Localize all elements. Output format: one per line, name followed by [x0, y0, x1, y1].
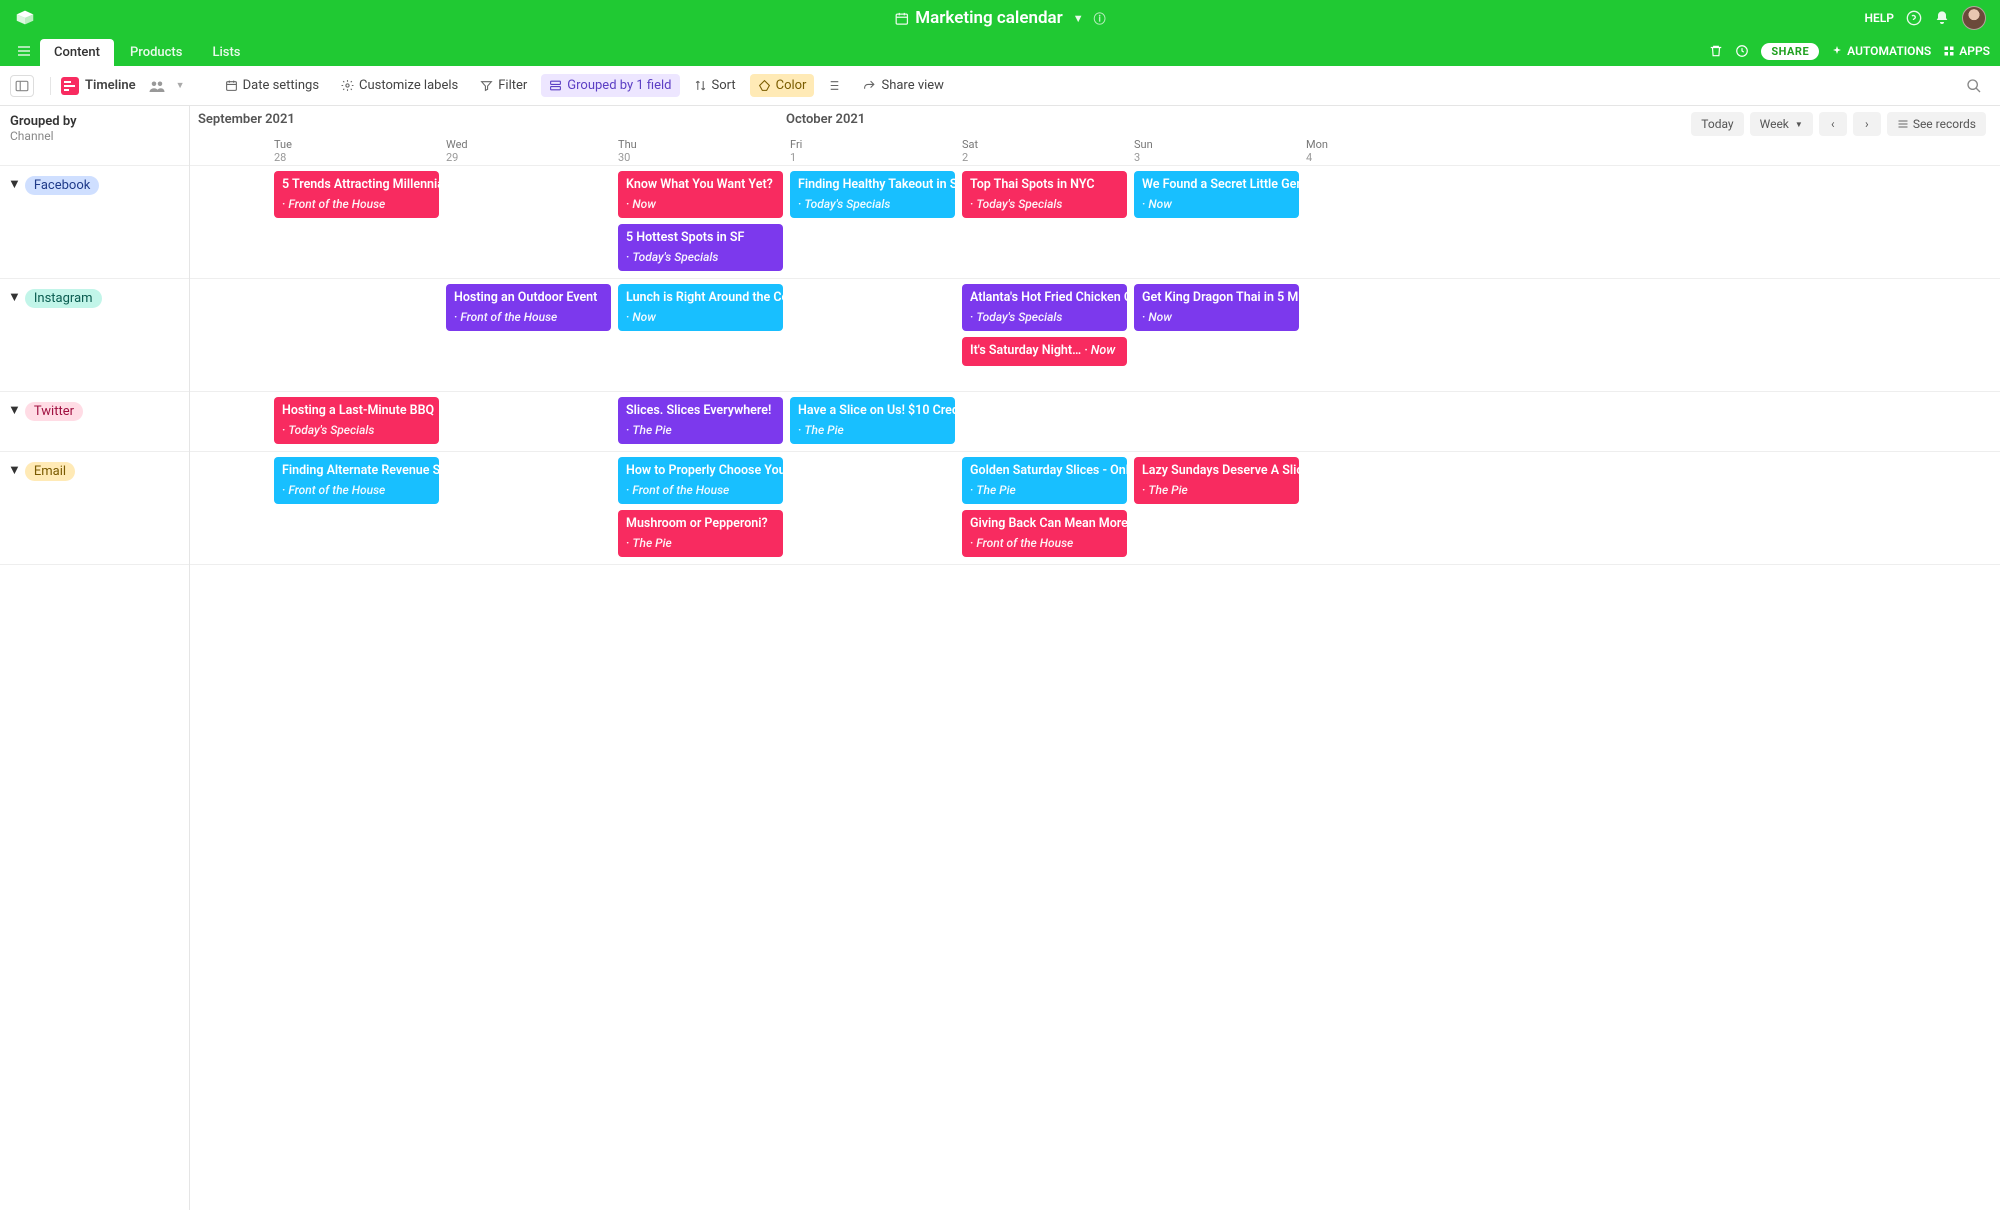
day-header: Thu30 [618, 138, 637, 164]
timeline-icon [61, 77, 79, 95]
tab-content[interactable]: Content [40, 39, 114, 66]
record-card[interactable]: Mushroom or Pepperoni?The Pie [618, 510, 783, 557]
group-sidebar: Grouped by Channel ▼Facebook▼Instagram▼T… [0, 106, 190, 1210]
group-button[interactable]: Grouped by 1 field [541, 74, 679, 97]
info-icon[interactable]: ⓘ [1094, 10, 1106, 27]
record-card[interactable]: We Found a Secret Little GemNow [1134, 171, 1299, 218]
table-tabs-row: Content Products Lists SHARE AUTOMATIONS… [0, 36, 2000, 66]
chevron-down-icon: ▼ [1073, 12, 1084, 25]
group-label-twitter[interactable]: ▼Twitter [0, 392, 189, 452]
channel-pill: Instagram [25, 289, 102, 308]
search-button[interactable] [1958, 74, 1990, 98]
day-header: Tue28 [274, 138, 292, 164]
channel-pill: Facebook [25, 176, 99, 195]
separator [50, 77, 51, 95]
date-settings-button[interactable]: Date settings [217, 74, 327, 97]
chevron-down-icon: ▼ [176, 80, 185, 91]
record-card[interactable]: Giving Back Can Mean More ProfitFront of… [962, 510, 1127, 557]
day-header: Sun3 [1134, 138, 1153, 164]
record-card[interactable]: How to Properly Choose Your BrandFront o… [618, 457, 783, 504]
record-card[interactable]: It's Saturday Night… · Now [962, 337, 1127, 366]
tab-lists[interactable]: Lists [198, 39, 254, 66]
collapse-icon[interactable]: ▼ [8, 176, 21, 192]
month-label: September 2021 [198, 112, 295, 127]
month-label: October 2021 [786, 112, 865, 127]
row-height-button[interactable] [820, 75, 849, 96]
record-card[interactable]: Lunch is Right Around the CornerNow [618, 284, 783, 331]
base-title-text: Marketing calendar [915, 8, 1062, 28]
help-icon[interactable] [1906, 10, 1922, 26]
collaborators-icon[interactable] [148, 79, 166, 93]
day-header: Fri1 [790, 138, 802, 164]
share-view-button[interactable]: Share view [855, 74, 951, 97]
day-header: Wed29 [446, 138, 468, 164]
group-label-email[interactable]: ▼Email [0, 452, 189, 565]
trash-icon[interactable] [1709, 44, 1723, 58]
grouping-header: Grouped by Channel [0, 106, 189, 166]
share-button[interactable]: SHARE [1761, 43, 1819, 60]
group-lane-instagram: Hosting an Outdoor EventFront of the Hou… [190, 279, 2000, 392]
record-card[interactable]: Know What You Want Yet?Now [618, 171, 783, 218]
record-card[interactable]: Slices. Slices Everywhere!The Pie [618, 397, 783, 444]
next-button[interactable]: › [1853, 112, 1881, 136]
filter-button[interactable]: Filter [472, 74, 535, 97]
zoom-selector[interactable]: Week▼ [1750, 112, 1813, 136]
calendar-icon [894, 11, 909, 26]
history-icon[interactable] [1735, 44, 1749, 58]
timeline-canvas[interactable]: September 2021 October 2021 Tue28 Wed29 Thu3… [190, 106, 2000, 1210]
day-header: Sat2 [962, 138, 978, 164]
record-card[interactable]: Finding Healthy Takeout in SeattleToday'… [790, 171, 955, 218]
timeline-controls: Today Week▼ ‹ › See records [1691, 112, 1986, 136]
collapse-icon[interactable]: ▼ [8, 402, 21, 418]
today-button[interactable]: Today [1691, 112, 1743, 136]
record-card[interactable]: Top Thai Spots in NYCToday's Specials [962, 171, 1127, 218]
channel-pill: Twitter [25, 402, 83, 421]
user-avatar[interactable] [1962, 6, 1986, 30]
see-records-button[interactable]: See records [1887, 112, 1986, 136]
app-logo[interactable] [14, 7, 36, 29]
hamburger-icon[interactable] [16, 43, 32, 59]
record-card[interactable]: Hosting a Last-Minute BBQToday's Special… [274, 397, 439, 444]
apps-button[interactable]: APPS [1943, 44, 1990, 58]
help-link[interactable]: HELP [1865, 11, 1894, 25]
collapse-icon[interactable]: ▼ [8, 462, 21, 478]
channel-pill: Email [25, 462, 75, 481]
record-card[interactable]: Have a Slice on Us! $10 CreditThe Pie [790, 397, 955, 444]
record-card[interactable]: Lazy Sundays Deserve A SliceThe Pie [1134, 457, 1299, 504]
group-lane-facebook: 5 Trends Attracting MillennialsFront of … [190, 166, 2000, 279]
customize-labels-button[interactable]: Customize labels [333, 74, 466, 97]
collapse-icon[interactable]: ▼ [8, 289, 21, 305]
sort-button[interactable]: Sort [686, 74, 744, 97]
toggle-sidebar-button[interactable] [10, 75, 34, 97]
automations-button[interactable]: AUTOMATIONS [1831, 44, 1931, 58]
tab-products[interactable]: Products [116, 39, 196, 66]
group-label-facebook[interactable]: ▼Facebook [0, 166, 189, 279]
app-topbar: Marketing calendar ▼ ⓘ HELP [0, 0, 2000, 36]
record-card[interactable]: Golden Saturday Slices - Only $The Pie [962, 457, 1127, 504]
notifications-icon[interactable] [1934, 10, 1950, 26]
record-card[interactable]: Get King Dragon Thai in 5 MinutesNow [1134, 284, 1299, 331]
group-lane-twitter: Hosting a Last-Minute BBQToday's Special… [190, 392, 2000, 452]
view-name[interactable]: Timeline ▼ [61, 77, 185, 95]
record-card[interactable]: Hosting an Outdoor EventFront of the Hou… [446, 284, 611, 331]
base-title[interactable]: Marketing calendar ▼ ⓘ [894, 8, 1105, 28]
group-lane-email: Finding Alternate Revenue StreamsFront o… [190, 452, 2000, 565]
prev-button[interactable]: ‹ [1819, 112, 1847, 136]
group-label-instagram[interactable]: ▼Instagram [0, 279, 189, 392]
color-button[interactable]: Color [750, 74, 815, 97]
record-card[interactable]: 5 Trends Attracting MillennialsFront of … [274, 171, 439, 218]
view-toolbar: Timeline ▼ Date settings Customize label… [0, 66, 2000, 106]
record-card[interactable]: 5 Hottest Spots in SFToday's Specials [618, 224, 783, 271]
record-card[interactable]: Atlanta's Hot Fried Chicken CelebrationT… [962, 284, 1127, 331]
timeline-main: Grouped by Channel ▼Facebook▼Instagram▼T… [0, 106, 2000, 1210]
day-header: Mon4 [1306, 138, 1328, 164]
record-card[interactable]: Finding Alternate Revenue StreamsFront o… [274, 457, 439, 504]
